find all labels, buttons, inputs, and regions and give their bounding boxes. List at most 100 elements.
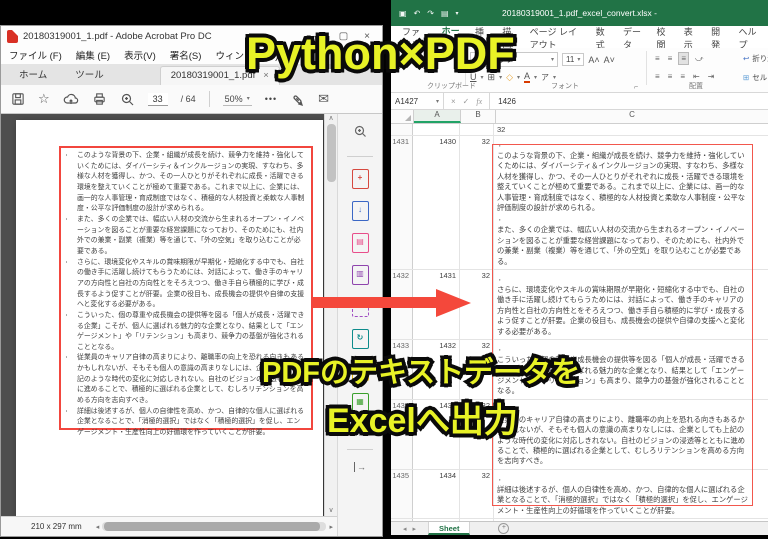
orientation-icon[interactable]: ⤻ — [693, 53, 706, 65]
align-left-icon[interactable]: ≡ — [653, 71, 662, 82]
vertical-scrollbar[interactable]: ∧ ∨ — [324, 114, 337, 536]
cell-paragraph-text: 詳細は後述するが、個人の自律性を高め、かつ、自律的な個人に選ばれる企業となること… — [497, 484, 748, 515]
qat-caret-icon[interactable]: ▾ — [456, 10, 459, 17]
cell-c[interactable]: 32 — [494, 124, 768, 135]
cell-a[interactable]: 1434 — [413, 469, 460, 518]
sheet-nav-right-icon[interactable]: ▸ — [413, 526, 423, 533]
scroll-down-icon[interactable]: ∨ — [328, 506, 333, 514]
increase-indent-icon[interactable]: ⇥ — [706, 71, 717, 82]
menu-sign[interactable]: 署名(S) — [170, 48, 202, 62]
cloud-upload-icon[interactable] — [63, 92, 79, 106]
touch-mode-icon[interactable]: ▤ — [441, 9, 449, 18]
row-header[interactable]: 1431 — [391, 136, 413, 270]
sheet-nav-left-icon[interactable]: ◂ — [403, 526, 413, 533]
redo-icon[interactable]: ↷ — [427, 9, 434, 18]
cell-c[interactable]: ・さらに、環境変化やスキルの賞味期限が早期化・短縮化する中でも、自社の働き手に活… — [494, 270, 768, 339]
column-header-b[interactable]: B — [461, 110, 496, 123]
formula-value[interactable]: 1426 — [489, 93, 768, 109]
mail-icon[interactable]: ✉ — [318, 91, 329, 107]
organize-pages-icon[interactable]: ▤ — [351, 233, 369, 253]
scroll-right-icon[interactable]: ▸ — [329, 523, 333, 531]
row-header[interactable]: 1435 — [391, 469, 413, 518]
align-bottom-icon[interactable]: ≡ — [678, 52, 690, 65]
cell-a[interactable]: 1435 — [413, 518, 460, 521]
page-number-input[interactable]: 33 — [147, 92, 168, 106]
confirm-entry-icon[interactable]: ✓ — [463, 97, 470, 106]
column-header-c[interactable]: C — [496, 110, 768, 123]
save-icon[interactable] — [11, 92, 25, 106]
cell-c[interactable]: ・従業員のキャリア自律の高まりにより、離職率の向上を恐れる向きもあるかもしれない… — [494, 400, 768, 469]
bullet-marker: ・ — [64, 355, 70, 362]
acrobat-document-area: ・このような背景の下、企業・組織が成長を続け、競争力を維持・強化していくためには… — [1, 114, 382, 536]
horizontal-scrollbar[interactable]: ◂ ▸ — [96, 522, 333, 531]
phonetic-guide-icon[interactable]: ア — [541, 72, 549, 83]
cell-b[interactable]: 32 — [460, 136, 494, 270]
scroll-left-icon[interactable]: ◂ — [96, 523, 100, 531]
acrobat-statusbar: 210 x 297 mm ◂ ▸ — [1, 516, 337, 536]
name-box[interactable]: A1427 ▾ — [391, 93, 443, 109]
tab-tools[interactable]: ツール — [63, 64, 116, 85]
acrobat-window-title: 20180319001_1.pdf - Adobe Acrobat Pro DC — [23, 30, 212, 42]
align-middle-icon[interactable]: ≡ — [666, 53, 675, 64]
more-tools-icon[interactable]: ••• — [265, 94, 277, 104]
export-pdf-icon[interactable]: ↓ — [351, 201, 369, 221]
undo-icon[interactable]: ↶ — [414, 9, 421, 18]
zoom-level-select[interactable]: 50% ▾ — [222, 93, 252, 106]
formula-bar: A1427 ▾ × ✓ fx 1426 — [391, 93, 768, 110]
tab-home[interactable]: ホーム — [7, 64, 59, 85]
add-sheet-icon[interactable]: + — [498, 523, 510, 534]
menu-edit[interactable]: 編集 (E) — [76, 48, 110, 62]
scroll-up-icon[interactable]: ∧ — [328, 114, 333, 122]
pdf-paragraph-text: また、多くの企業では、幅広い人材の交流から生まれるオープン・イノベーションを図る… — [77, 215, 304, 255]
sheet-row: 143614353233 — [391, 518, 768, 521]
panel-divider — [347, 156, 373, 157]
edit-pdf-icon[interactable]: ▥ — [351, 265, 369, 285]
cell-c[interactable]: ・このような背景の下、企業・組織が成長を続け、競争力を維持・強化していくためには… — [494, 136, 768, 269]
print-icon[interactable] — [92, 92, 107, 106]
cell-b[interactable]: 32 — [460, 518, 494, 521]
group-divider — [646, 51, 647, 85]
row-header[interactable]: 1436 — [391, 518, 413, 521]
menu-file[interactable]: ファイル (F) — [9, 48, 62, 62]
cell-b[interactable] — [460, 124, 494, 135]
expand-panel-icon[interactable]: → — [354, 462, 366, 472]
cell-c[interactable]: 33 — [494, 519, 768, 521]
convert-pdf-icon[interactable]: ↻ — [351, 329, 369, 349]
cell-c[interactable]: ・詳細は後述するが、個人の自律性を高め、かつ、自律的な個人に選ばれる企業となるこ… — [494, 470, 768, 518]
pdf-bullet-item: ・さらに、環境変化やスキルの賞味期限が早期化・短縮化する中でも、自社の働き手に活… — [64, 258, 306, 311]
namebox-caret-icon[interactable]: ▾ — [436, 98, 439, 105]
select-all-corner[interactable] — [391, 110, 414, 123]
link-icon[interactable] — [290, 92, 305, 107]
create-pdf-icon[interactable]: + — [351, 169, 369, 189]
search-tools-icon[interactable] — [353, 124, 368, 144]
star-icon[interactable]: ☆ — [38, 91, 50, 107]
pdf-bullet-item: ・また、多くの企業では、幅広い人材の交流から生まれるオープン・イノベーションを図… — [64, 215, 306, 258]
sheet-tab[interactable]: Sheet — [428, 522, 471, 535]
scrollbar-thumb[interactable] — [326, 124, 336, 182]
decrease-font-icon[interactable]: A˅ — [604, 55, 615, 65]
cell-b[interactable]: 32 — [460, 469, 494, 518]
search-icon[interactable] — [120, 92, 135, 107]
font-size-select[interactable]: 11 ▾ — [562, 53, 585, 66]
row-header[interactable] — [391, 124, 413, 135]
font-color-icon[interactable]: A — [524, 71, 531, 83]
merge-center-button[interactable]: ⊞ セルを結合して — [743, 72, 768, 83]
cell-paragraph-text: このような背景の下、企業・組織が成長を続け、競争力を維持・強化していくためには、… — [497, 151, 746, 213]
menu-view[interactable]: 表示(V) — [124, 48, 156, 62]
cell-a[interactable]: 1430 — [413, 136, 460, 270]
cell-a[interactable] — [413, 124, 460, 135]
insert-function-icon[interactable]: fx — [476, 97, 482, 106]
cell-paragraph-text: さらに、環境変化やスキルの賞味期限が早期化・短縮化する中でも、自社の働き手に活躍… — [497, 285, 745, 336]
increase-font-icon[interactable]: A˄ — [588, 55, 599, 65]
font-dialog-launcher-icon[interactable]: ⌐ — [634, 84, 638, 91]
wrap-text-button[interactable]: ↩ 折り返して全体 — [743, 53, 768, 64]
cancel-entry-icon[interactable]: × — [451, 97, 456, 106]
hscroll-thumb[interactable] — [104, 522, 320, 531]
column-header-a[interactable]: A — [414, 110, 461, 123]
align-center-icon[interactable]: ≡ — [666, 71, 675, 82]
align-top-icon[interactable]: ≡ — [653, 53, 662, 64]
save-icon[interactable]: ▣ — [399, 9, 407, 18]
group-label-font: フォント — [551, 83, 579, 90]
align-right-icon[interactable]: ≡ — [678, 71, 687, 82]
hscroll-track[interactable] — [102, 522, 327, 531]
